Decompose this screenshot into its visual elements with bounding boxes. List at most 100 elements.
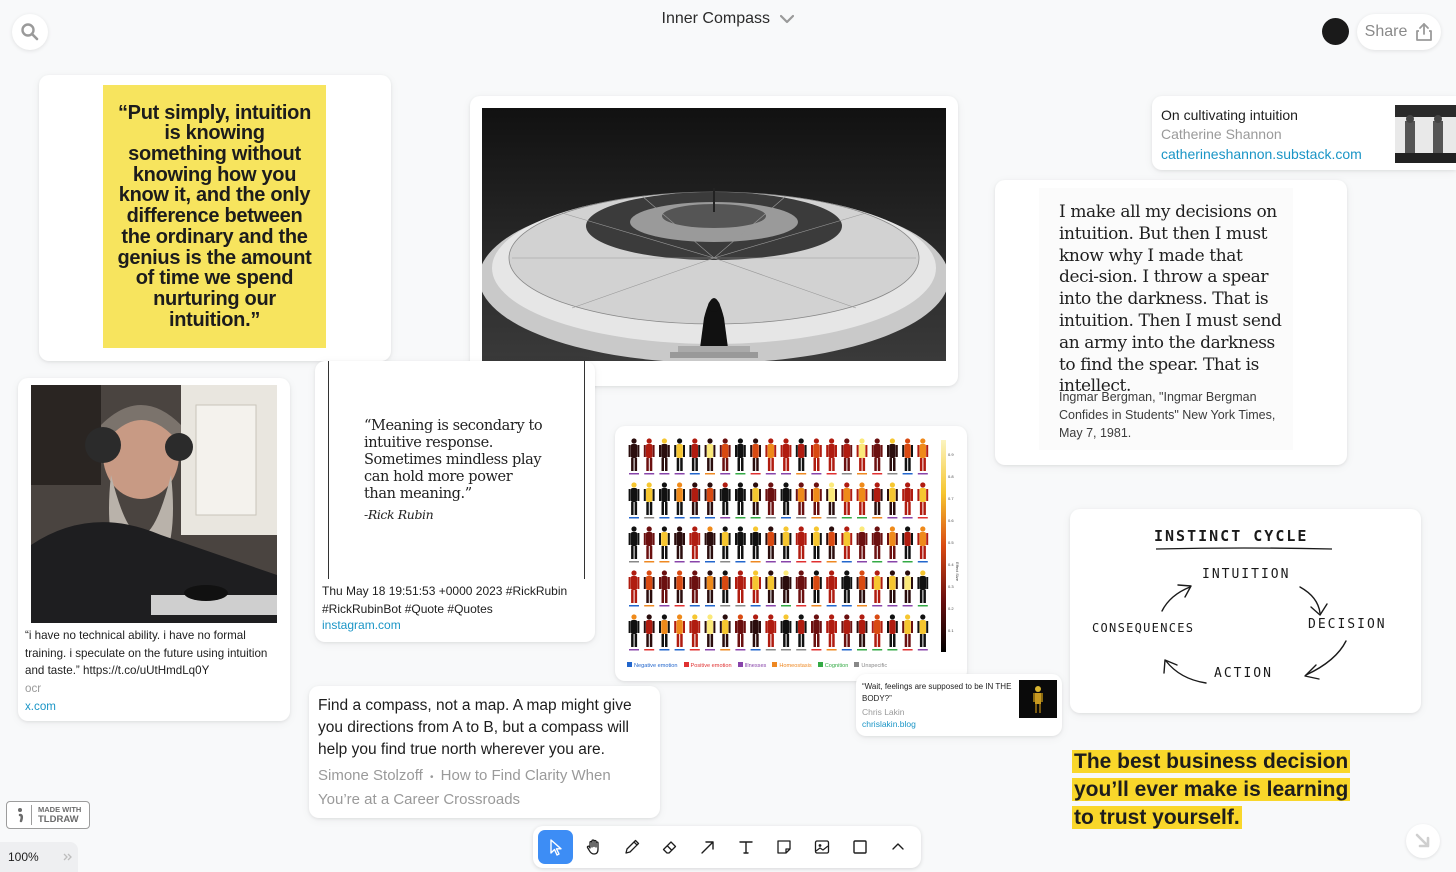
tool-draw[interactable] xyxy=(614,830,649,864)
tool-rectangle[interactable] xyxy=(843,830,878,864)
body-silhouette xyxy=(659,438,670,475)
body-silhouette xyxy=(856,614,868,651)
legend-swatch xyxy=(683,662,689,667)
bookmark-author: Catherine Shannon xyxy=(1161,126,1282,142)
body-silhouette xyxy=(704,482,716,519)
body-silhouette xyxy=(902,438,913,475)
body-silhouette xyxy=(795,570,807,607)
cursor-icon xyxy=(549,839,562,856)
rubin-quote-card[interactable]: “Meaning is secondary to intuitive respo… xyxy=(315,361,595,642)
body-silhouette xyxy=(643,482,655,519)
body-silhouette xyxy=(765,482,777,519)
rubin-quote-line: intuitive response. xyxy=(364,435,493,451)
compass-quote-card[interactable]: Find a compass, not a map. A map might g… xyxy=(309,686,660,818)
legend-swatch xyxy=(772,662,778,667)
tldraw-logo-icon xyxy=(18,808,24,823)
legend-item: Illnesses xyxy=(737,662,766,669)
rubin-quote-line: Sometimes mindless play xyxy=(364,452,542,468)
tool-eraser[interactable] xyxy=(652,830,687,864)
body-silhouette xyxy=(811,614,822,651)
scale-label: Effect Size xyxy=(955,562,959,582)
bookmark-title: “Wait, feelings are supposed to be IN TH… xyxy=(862,682,1012,703)
rubin-quote-source-link[interactable]: instagram.com xyxy=(322,618,401,632)
double-chevron-right-icon xyxy=(63,853,72,861)
legend-item: Cognition xyxy=(817,662,848,669)
body-silhouette xyxy=(719,438,731,475)
legend-swatch xyxy=(854,662,860,667)
share-button[interactable]: Share xyxy=(1357,14,1441,50)
quote-poster-card[interactable]: “Put simply, intuition is knowing someth… xyxy=(39,75,391,361)
body-silhouette xyxy=(826,614,837,651)
board-title-dropdown[interactable]: Inner Compass xyxy=(662,10,795,27)
rubin-tweet-source-link[interactable]: x.com xyxy=(25,700,56,713)
body-silhouette xyxy=(689,614,701,651)
tool-arrow[interactable] xyxy=(690,830,725,864)
body-silhouette xyxy=(826,438,837,475)
rubin-quote-author: -Rick Rubin xyxy=(364,507,434,522)
scale-tick-label: 0.1 xyxy=(948,628,954,633)
rubin-tweet-card[interactable]: “i have no technical ability. i have no … xyxy=(18,378,290,721)
body-silhouette xyxy=(780,614,792,651)
rubin-tweet-meta: ocr xyxy=(25,682,42,695)
rectangle-icon xyxy=(853,840,867,854)
user-avatar[interactable] xyxy=(1322,18,1349,45)
legend-swatch xyxy=(817,662,823,667)
bergman-quote-image: I make all my decisions on intuition. Bu… xyxy=(1039,188,1293,450)
body-silhouette xyxy=(628,614,640,651)
meta-separator: • xyxy=(429,772,434,783)
tool-asset[interactable] xyxy=(805,830,840,864)
body-silhouette xyxy=(674,526,685,563)
made-with-text: MADE WITH TLDRAW xyxy=(31,805,81,825)
scale-tick-label: 0.5 xyxy=(948,540,954,545)
bookmark-card-intuition[interactable]: On cultivating intuition Catherine Shann… xyxy=(1152,96,1456,170)
rubin-quote-line: than meaning.” xyxy=(364,486,472,502)
engraving-image xyxy=(482,108,946,361)
highlight-text-note[interactable]: The best business decision you’ll ever m… xyxy=(1072,748,1362,832)
body-map-card[interactable]: 0.9 0.8 0.7 0.6 0.5 0.4 0.3 0.2 0.1 Effect Size N… xyxy=(615,426,967,681)
scale-tick-label: 0.6 xyxy=(948,518,954,523)
cycle-arrow-up xyxy=(1161,586,1191,612)
body-silhouette xyxy=(795,438,807,475)
zoom-level: 100% xyxy=(8,850,39,864)
body-silhouette xyxy=(826,526,837,563)
made-with-line: MADE WITH xyxy=(38,805,82,814)
bookmark-source-link[interactable]: catherineshannon.substack.com xyxy=(1161,146,1362,162)
body-silhouette xyxy=(689,526,701,563)
body-silhouette xyxy=(871,614,883,651)
body-silhouette xyxy=(750,614,761,651)
body-silhouette xyxy=(871,570,883,607)
minimap-toggle-button[interactable] xyxy=(1406,824,1440,858)
share-label: Share xyxy=(1364,23,1408,40)
body-silhouette xyxy=(674,570,685,607)
body-silhouette xyxy=(887,438,898,475)
body-silhouette xyxy=(811,438,822,475)
body-silhouette xyxy=(643,570,655,607)
body-silhouette xyxy=(841,614,853,651)
color-scale-bar xyxy=(941,440,946,652)
instinct-cycle-card[interactable]: INSTINCT CYCLE INTUITION DECISION ACTION… xyxy=(1070,509,1421,713)
body-silhouette xyxy=(643,526,655,563)
body-silhouette xyxy=(719,482,731,519)
body-silhouette xyxy=(871,526,883,563)
tool-select[interactable] xyxy=(538,830,574,864)
bergman-quote-card[interactable]: I make all my decisions on intuition. Bu… xyxy=(995,180,1347,465)
body-silhouette xyxy=(811,570,822,607)
legend-item: Unspecific xyxy=(854,662,887,669)
tool-more[interactable] xyxy=(881,830,916,864)
body-silhouette xyxy=(856,482,868,519)
body-silhouette xyxy=(871,438,883,475)
legend-label: Homeostasis xyxy=(779,663,812,669)
tool-note[interactable] xyxy=(767,830,802,864)
made-with-tldraw-badge[interactable]: MADE WITH TLDRAW xyxy=(6,801,90,829)
body-silhouette xyxy=(765,614,777,651)
bookmark-source-link[interactable]: chrislakin.blog xyxy=(862,719,916,729)
engraving-image-card[interactable] xyxy=(470,96,958,386)
tool-text[interactable] xyxy=(728,830,763,864)
bookmark-thumbnail-image xyxy=(1395,105,1456,163)
body-silhouette xyxy=(704,614,716,651)
zoom-control[interactable]: 100% xyxy=(0,842,78,872)
bookmark-card-feelings[interactable]: “Wait, feelings are supposed to be IN TH… xyxy=(856,674,1062,736)
body-silhouette xyxy=(628,570,640,607)
quote-poster-text: “Put simply, intuition is knowing someth… xyxy=(117,101,312,331)
tool-hand[interactable] xyxy=(576,830,611,864)
